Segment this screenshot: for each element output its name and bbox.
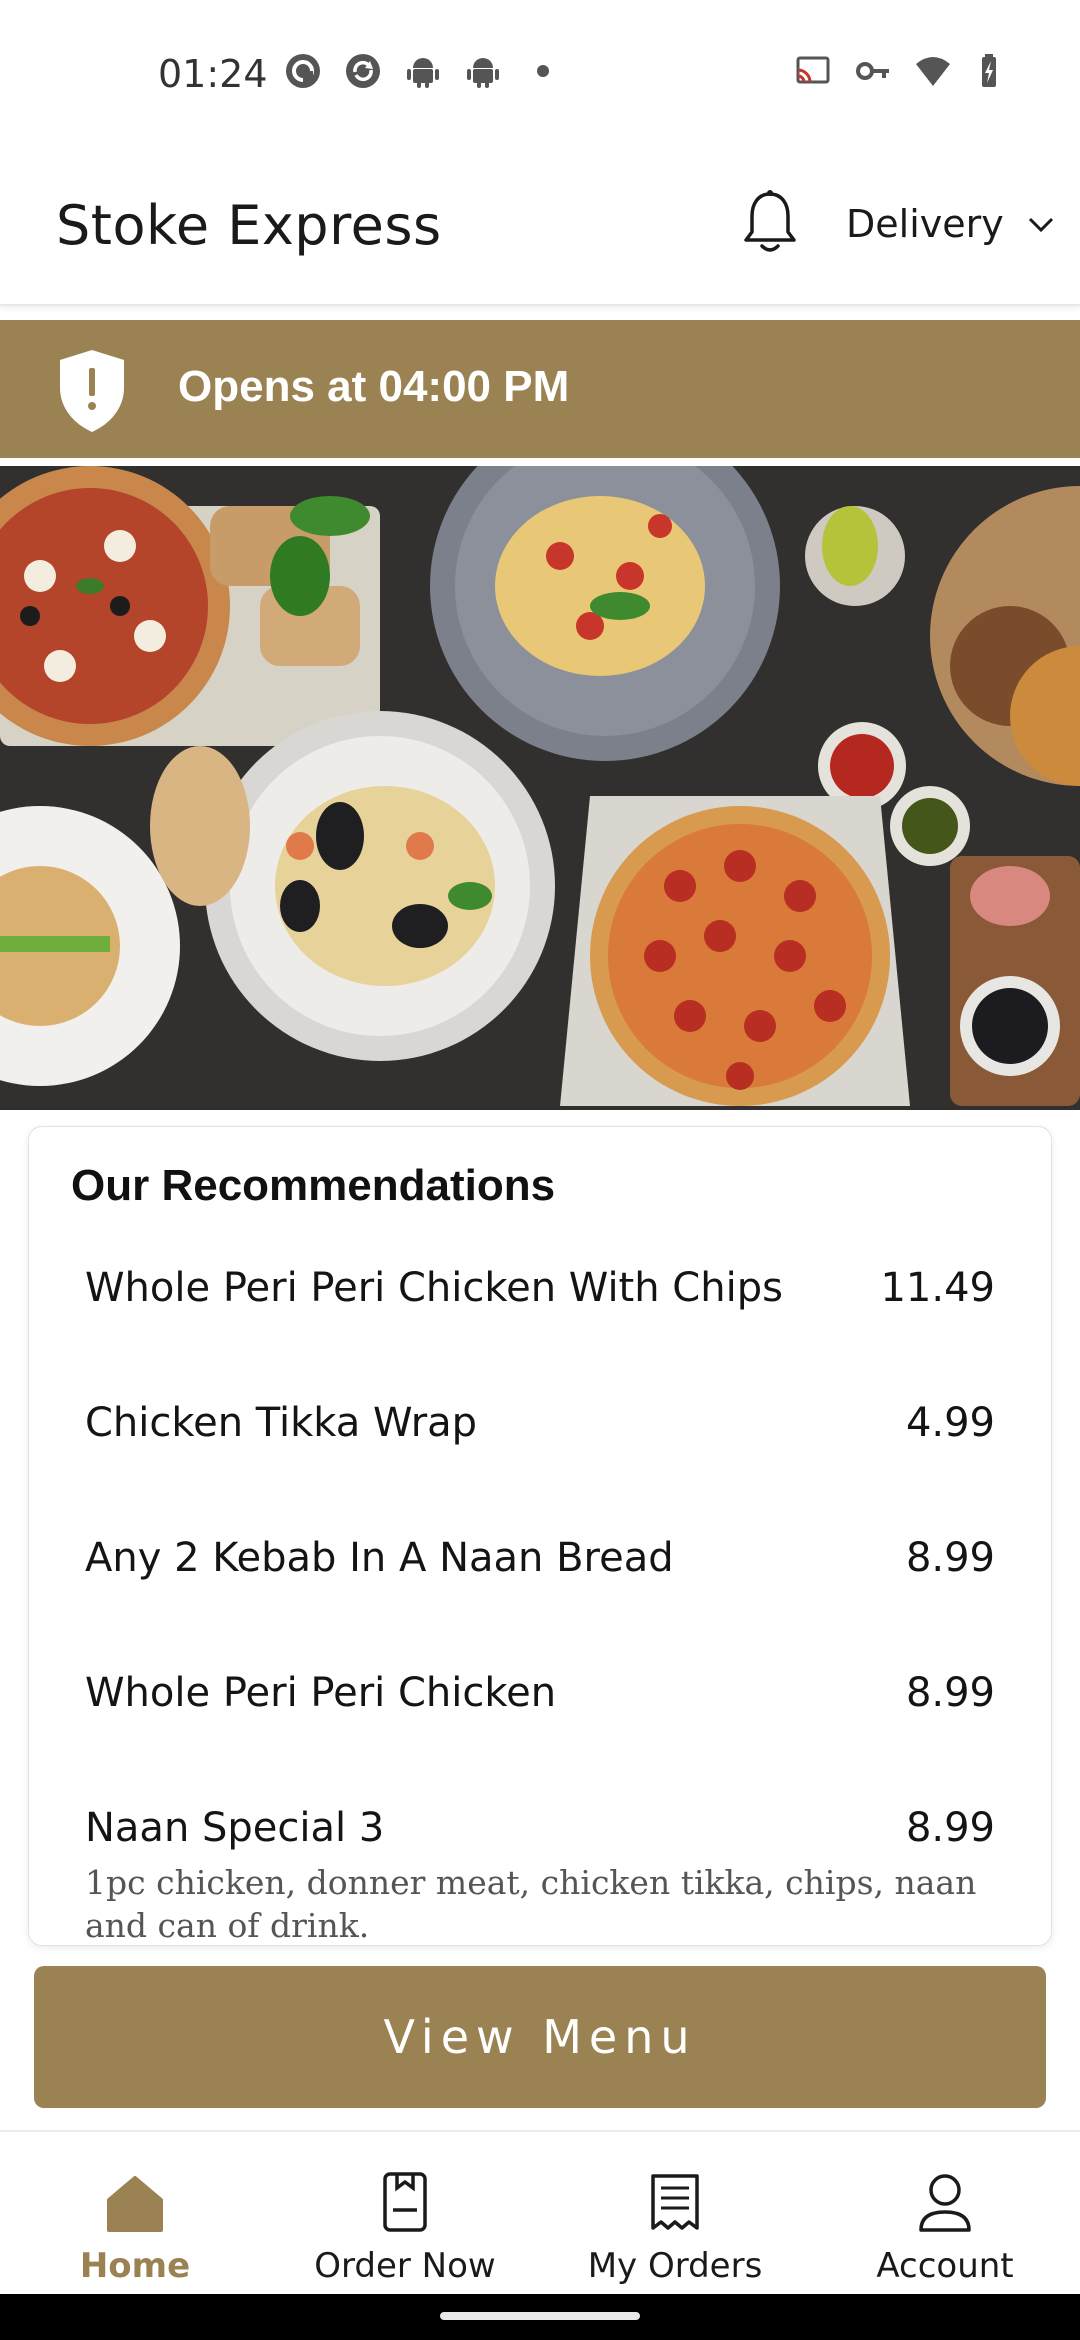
item-description: 1pc chicken, donner meat, chicken tikka,…	[85, 1863, 977, 1945]
vpn-key-icon	[854, 52, 892, 90]
receipt-icon	[645, 2170, 705, 2234]
item-price: 11.49	[880, 1265, 995, 1311]
item-price: 8.99	[905, 1535, 995, 1581]
sync-icon	[344, 52, 382, 90]
recommendation-item[interactable]: Naan Special 3 8.99 1pc chicken, donner …	[29, 1777, 1051, 1945]
item-name: Chicken Tikka Wrap	[85, 1400, 478, 1446]
user-icon	[915, 2170, 975, 2234]
android-icon	[464, 52, 502, 90]
nav-label: Home	[79, 2246, 191, 2286]
item-name: Whole Peri Peri Chicken	[85, 1670, 557, 1716]
dot-icon	[524, 52, 562, 90]
order-mode-label: Delivery	[846, 202, 1004, 246]
status-icons-left	[284, 52, 562, 90]
order-mode-select[interactable]: Delivery	[846, 202, 1058, 246]
status-bar: 01:24	[0, 0, 1080, 150]
wifi-icon	[914, 52, 952, 90]
bell-icon[interactable]	[740, 188, 800, 258]
nav-label: Account	[876, 2246, 1014, 2286]
item-price: 8.99	[905, 1805, 995, 1851]
nav-item-account[interactable]: Account	[810, 2132, 1080, 2294]
recommendations-list: Whole Peri Peri Chicken With Chips 11.49…	[29, 1237, 1051, 1945]
page-title: Stoke Express	[56, 194, 442, 257]
status-icons-right	[794, 52, 1012, 90]
nav-item-my-orders[interactable]: My Orders	[540, 2132, 810, 2294]
recommendation-item[interactable]: Any 2 Kebab In A Naan Bread 8.99	[29, 1507, 1051, 1642]
opening-time-text: Opens at 04:00 PM	[178, 362, 570, 411]
recommendation-item[interactable]: Whole Peri Peri Chicken 8.99	[29, 1642, 1051, 1777]
nav-label: Order Now	[314, 2246, 496, 2286]
item-price: 4.99	[905, 1400, 995, 1446]
view-menu-button[interactable]: View Menu	[34, 1966, 1046, 2108]
recommendation-item[interactable]: Chicken Tikka Wrap 4.99	[29, 1372, 1051, 1507]
order-book-icon	[375, 2170, 435, 2234]
nav-item-home[interactable]: Home	[0, 2132, 270, 2294]
recommendations-title: Our Recommendations	[71, 1161, 556, 1210]
home-gesture-handle[interactable]	[440, 2312, 640, 2320]
recommendation-item[interactable]: Whole Peri Peri Chicken With Chips 11.49	[29, 1237, 1051, 1372]
battery-charging-icon	[974, 52, 1012, 90]
gesture-navigation-bar	[0, 2294, 1080, 2340]
nav-label: My Orders	[587, 2246, 763, 2286]
cast-icon	[794, 52, 832, 90]
food-spread-photo	[0, 466, 1080, 1110]
home-icon	[105, 2170, 165, 2234]
bottom-nav: Home Order Now My Orders Account	[0, 2130, 1080, 2294]
item-price: 8.99	[905, 1670, 995, 1716]
pocket-casts-icon	[284, 52, 322, 90]
recommendations-card: Our Recommendations Whole Peri Peri Chic…	[28, 1126, 1052, 1946]
shield-alert-icon	[56, 346, 128, 434]
app-header: Stoke Express Delivery	[0, 150, 1080, 306]
item-name: Any 2 Kebab In A Naan Bread	[85, 1535, 674, 1581]
item-name: Naan Special 3	[85, 1805, 385, 1851]
android-icon	[404, 52, 442, 90]
item-name: Whole Peri Peri Chicken With Chips	[85, 1265, 783, 1311]
opening-notice-banner: Opens at 04:00 PM	[0, 320, 1080, 458]
status-time: 01:24	[158, 52, 268, 96]
nav-item-order-now[interactable]: Order Now	[270, 2132, 540, 2294]
chevron-down-icon	[1024, 207, 1058, 241]
